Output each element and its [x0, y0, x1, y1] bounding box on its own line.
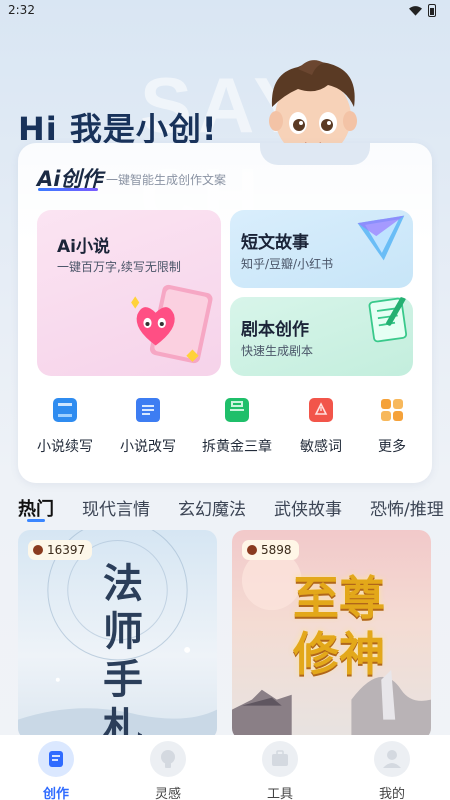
- fire-icon: [33, 545, 43, 555]
- script-creation-desc: 快速生成剧本: [241, 344, 314, 358]
- nav-mine[interactable]: 我的: [362, 741, 422, 800]
- heat-count: 16397: [47, 543, 86, 557]
- category-tabs: 热门 现代言情 玄幻魔法 武侠故事 恐怖/推理: [0, 495, 450, 525]
- short-story-desc: 知乎/豆瓣/小红书: [241, 257, 334, 271]
- tab-fantasy-magic[interactable]: 玄幻魔法: [178, 495, 246, 520]
- script-creation-title: 剧本创作: [241, 320, 309, 340]
- short-story-title: 短文故事: [241, 233, 309, 253]
- document-blue-icon: [136, 398, 160, 422]
- heat-badge: 5898: [242, 540, 299, 560]
- briefcase-green-icon: [225, 398, 249, 422]
- logo-underline: [38, 188, 98, 191]
- book-blue-icon: [53, 398, 77, 422]
- tool-label: 更多: [378, 439, 406, 455]
- paper-plane-icon: [357, 215, 405, 261]
- user-icon: [374, 741, 410, 777]
- tool-sensitive-words[interactable]: 敏感词: [281, 398, 361, 456]
- grid-orange-icon: [380, 398, 404, 422]
- toolbox-icon: [262, 741, 298, 777]
- heart-book-icon: [131, 284, 213, 364]
- fire-icon: [247, 545, 257, 555]
- nav-label: 灵感: [154, 787, 181, 800]
- tool-novel-rewrite[interactable]: 小说改写: [108, 398, 188, 456]
- status-icons: [409, 4, 436, 17]
- tool-novel-continue[interactable]: 小说续写: [25, 398, 105, 456]
- tool-label: 拆黄金三章: [202, 439, 272, 455]
- book-card[interactable]: 16397 法师手札: [18, 530, 217, 740]
- nav-tools[interactable]: 工具: [250, 741, 310, 800]
- short-story-tile[interactable]: 短文故事 知乎/豆瓣/小红书: [230, 210, 413, 288]
- tool-label: 小说改写: [120, 439, 176, 455]
- card-notch: [260, 143, 370, 165]
- nav-create[interactable]: 创作: [26, 741, 86, 800]
- status-time: 2:32: [8, 3, 35, 17]
- status-bar: 2:32: [0, 0, 450, 22]
- book-cover-title: 至尊修神: [293, 571, 385, 681]
- tab-wuxia-story[interactable]: 武侠故事: [274, 495, 342, 520]
- heat-badge: 16397: [28, 540, 93, 560]
- nav-label: 工具: [266, 787, 293, 800]
- tools-row: 小说续写 小说改写 拆黄金三章 敏感词 更多: [18, 398, 432, 468]
- ai-novel-desc: 一键百万字,续写无限制: [57, 260, 181, 274]
- notepad-pencil-icon: [368, 297, 408, 343]
- battery-icon: [428, 4, 436, 17]
- tool-label: 敏感词: [300, 439, 342, 455]
- warning-book-red-icon: [309, 398, 333, 422]
- ai-creation-subtitle: 一键智能生成创作文案: [106, 173, 227, 187]
- script-creation-tile[interactable]: 剧本创作 快速生成剧本: [230, 297, 413, 376]
- nav-label: 我的: [378, 787, 405, 800]
- nav-label: 创作: [42, 787, 69, 800]
- ai-novel-title: Ai小说: [57, 237, 110, 257]
- tool-more[interactable]: 更多: [352, 398, 432, 456]
- tab-horror-mystery[interactable]: 恐怖/推理: [370, 495, 444, 520]
- nav-inspiration[interactable]: 灵感: [138, 741, 198, 800]
- edit-icon: [38, 741, 74, 777]
- heat-count: 5898: [261, 543, 292, 557]
- book-card[interactable]: 5898 至尊修神: [232, 530, 431, 740]
- wifi-icon: [409, 5, 422, 16]
- tool-golden-chapters[interactable]: 拆黄金三章: [197, 398, 277, 456]
- ai-novel-tile[interactable]: Ai小说 一键百万字,续写无限制: [37, 210, 221, 376]
- bottom-nav: 创作 灵感 工具 我的: [0, 735, 450, 800]
- tab-modern-romance[interactable]: 现代言情: [82, 495, 150, 520]
- book-cover-title: 法师手札: [103, 560, 143, 740]
- active-tab-indicator: [27, 519, 45, 522]
- tool-label: 小说续写: [37, 439, 93, 455]
- tab-hot[interactable]: 热门: [18, 495, 54, 521]
- lightbulb-icon: [150, 741, 186, 777]
